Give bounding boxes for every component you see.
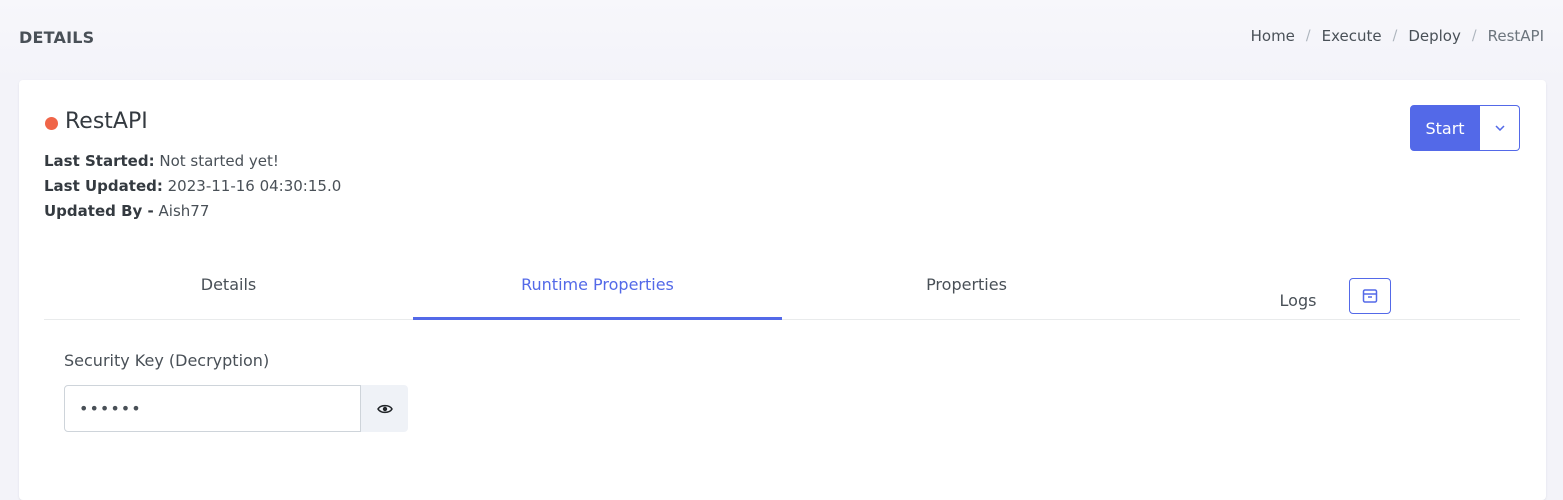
last-updated-value: 2023-11-16 04:30:15.0 [167, 177, 342, 195]
page-title: DETAILS [19, 28, 95, 47]
last-started: Last Started: Not started yet! [44, 152, 279, 170]
last-started-value: Not started yet! [159, 152, 279, 170]
tab-label: Details [200, 275, 257, 294]
security-key-group [64, 385, 408, 432]
chevron-down-icon [1494, 125, 1505, 131]
tab-properties[interactable]: Properties [782, 260, 1151, 319]
page-header: DETAILS Home / Execute / Deploy / RestAP… [0, 0, 1563, 80]
status-indicator [45, 117, 58, 130]
last-updated-label: Last Updated: [44, 177, 163, 195]
start-button[interactable]: Start [1410, 105, 1480, 151]
breadcrumb-separator: / [1471, 28, 1477, 44]
breadcrumb-separator: / [1392, 28, 1398, 44]
start-options-toggle[interactable] [1480, 105, 1520, 151]
app-name: RestAPI [65, 109, 148, 134]
breadcrumb-separator: / [1305, 28, 1311, 44]
tab-bar: Details Runtime Properties Properties Lo… [44, 260, 1520, 320]
details-card: RestAPI Last Started: Not started yet! L… [19, 80, 1546, 500]
eye-icon [376, 404, 393, 413]
start-button-group: Start [1410, 105, 1520, 151]
tab-label: Runtime Properties [521, 275, 674, 294]
last-started-label: Last Started: [44, 152, 155, 170]
toggle-visibility-button[interactable] [361, 385, 408, 432]
tab-label: Logs [1279, 290, 1317, 310]
tab-label: Properties [926, 275, 1007, 294]
breadcrumb-deploy[interactable]: Deploy [1408, 27, 1461, 45]
security-key-label: Security Key (Decryption) [64, 351, 270, 370]
breadcrumb-execute[interactable]: Execute [1322, 27, 1382, 45]
breadcrumb-current: RestAPI [1487, 27, 1544, 45]
updated-by: Updated By - Aish77 [44, 202, 209, 220]
breadcrumb: Home / Execute / Deploy / RestAPI [1251, 27, 1544, 45]
breadcrumb-home[interactable]: Home [1251, 27, 1295, 45]
tab-runtime-properties[interactable]: Runtime Properties [413, 260, 782, 320]
updated-by-value: Aish77 [158, 202, 210, 220]
tab-details[interactable]: Details [44, 260, 413, 319]
updated-by-label: Updated By - [44, 202, 154, 220]
security-key-input[interactable] [64, 385, 361, 432]
last-updated: Last Updated: 2023-11-16 04:30:15.0 [44, 177, 341, 195]
archive-logs-button[interactable] [1349, 277, 1392, 314]
archive-icon [1363, 288, 1378, 303]
tab-logs[interactable]: Logs [1151, 260, 1520, 319]
